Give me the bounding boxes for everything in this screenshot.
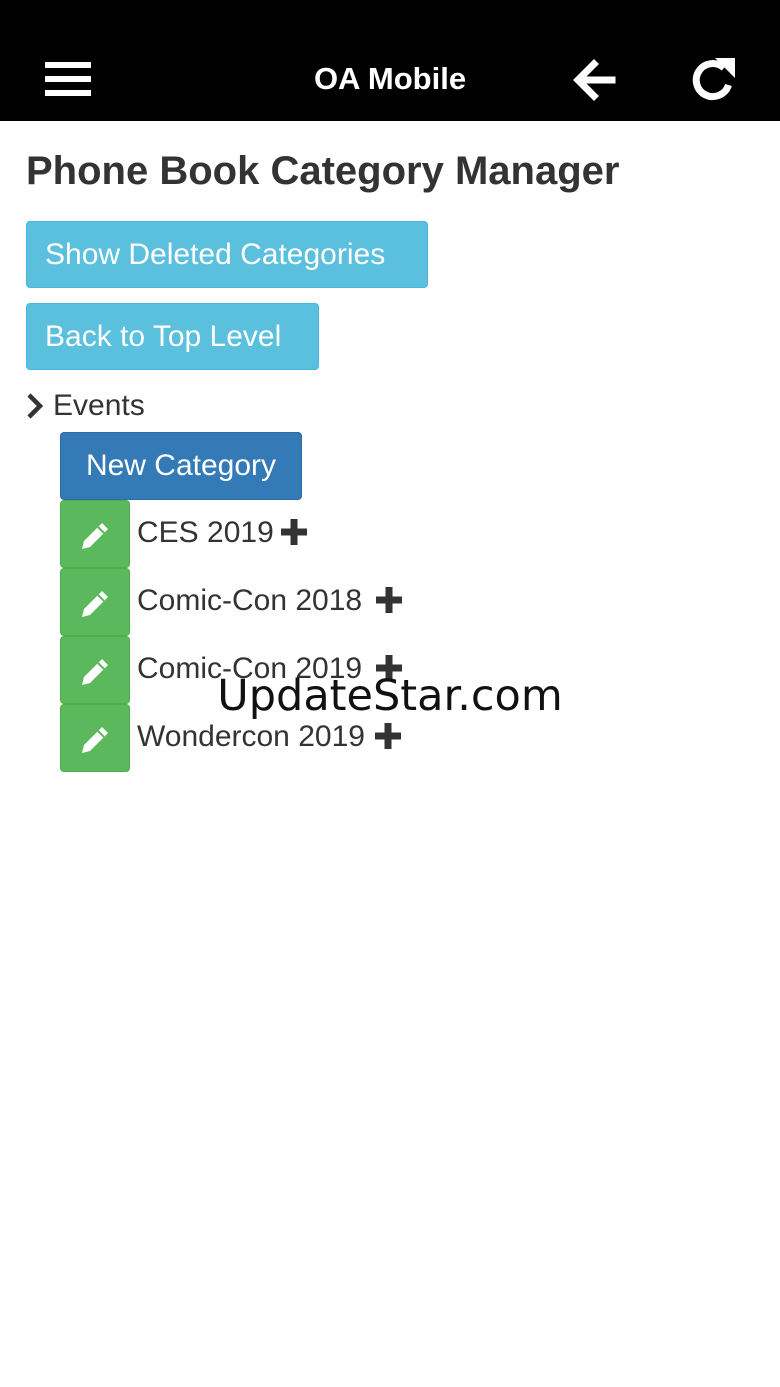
edit-category-button[interactable] (60, 636, 130, 704)
top-navbar: OA Mobile (0, 0, 780, 121)
category-name: Comic-Con 2019 (137, 652, 363, 685)
pencil-icon (79, 518, 113, 552)
hamburger-menu-icon[interactable] (45, 62, 91, 96)
category-name: CES 2019 (137, 516, 274, 549)
chevron-right-icon (26, 392, 44, 420)
page-title: Phone Book Category Manager (26, 149, 620, 193)
plus-icon[interactable] (280, 518, 308, 546)
category-name: Wondercon 2019 (137, 720, 365, 753)
tree-root-label: Events (53, 389, 145, 422)
plus-icon[interactable] (375, 586, 403, 614)
plus-icon[interactable] (374, 722, 402, 750)
show-deleted-categories-button[interactable]: Show Deleted Categories (26, 221, 428, 288)
new-category-button[interactable]: New Category (60, 432, 302, 500)
arrow-left-icon[interactable] (572, 57, 618, 103)
app-title: OA Mobile (313, 61, 467, 96)
pencil-icon (79, 722, 113, 756)
pencil-icon (79, 654, 113, 688)
refresh-icon[interactable] (688, 55, 738, 105)
category-name: Comic-Con 2018 (137, 584, 363, 617)
edit-category-button[interactable] (60, 500, 130, 568)
pencil-icon (79, 586, 113, 620)
edit-category-button[interactable] (60, 568, 130, 636)
plus-icon[interactable] (375, 654, 403, 682)
edit-category-button[interactable] (60, 704, 130, 772)
back-to-top-level-button[interactable]: Back to Top Level (26, 303, 319, 370)
